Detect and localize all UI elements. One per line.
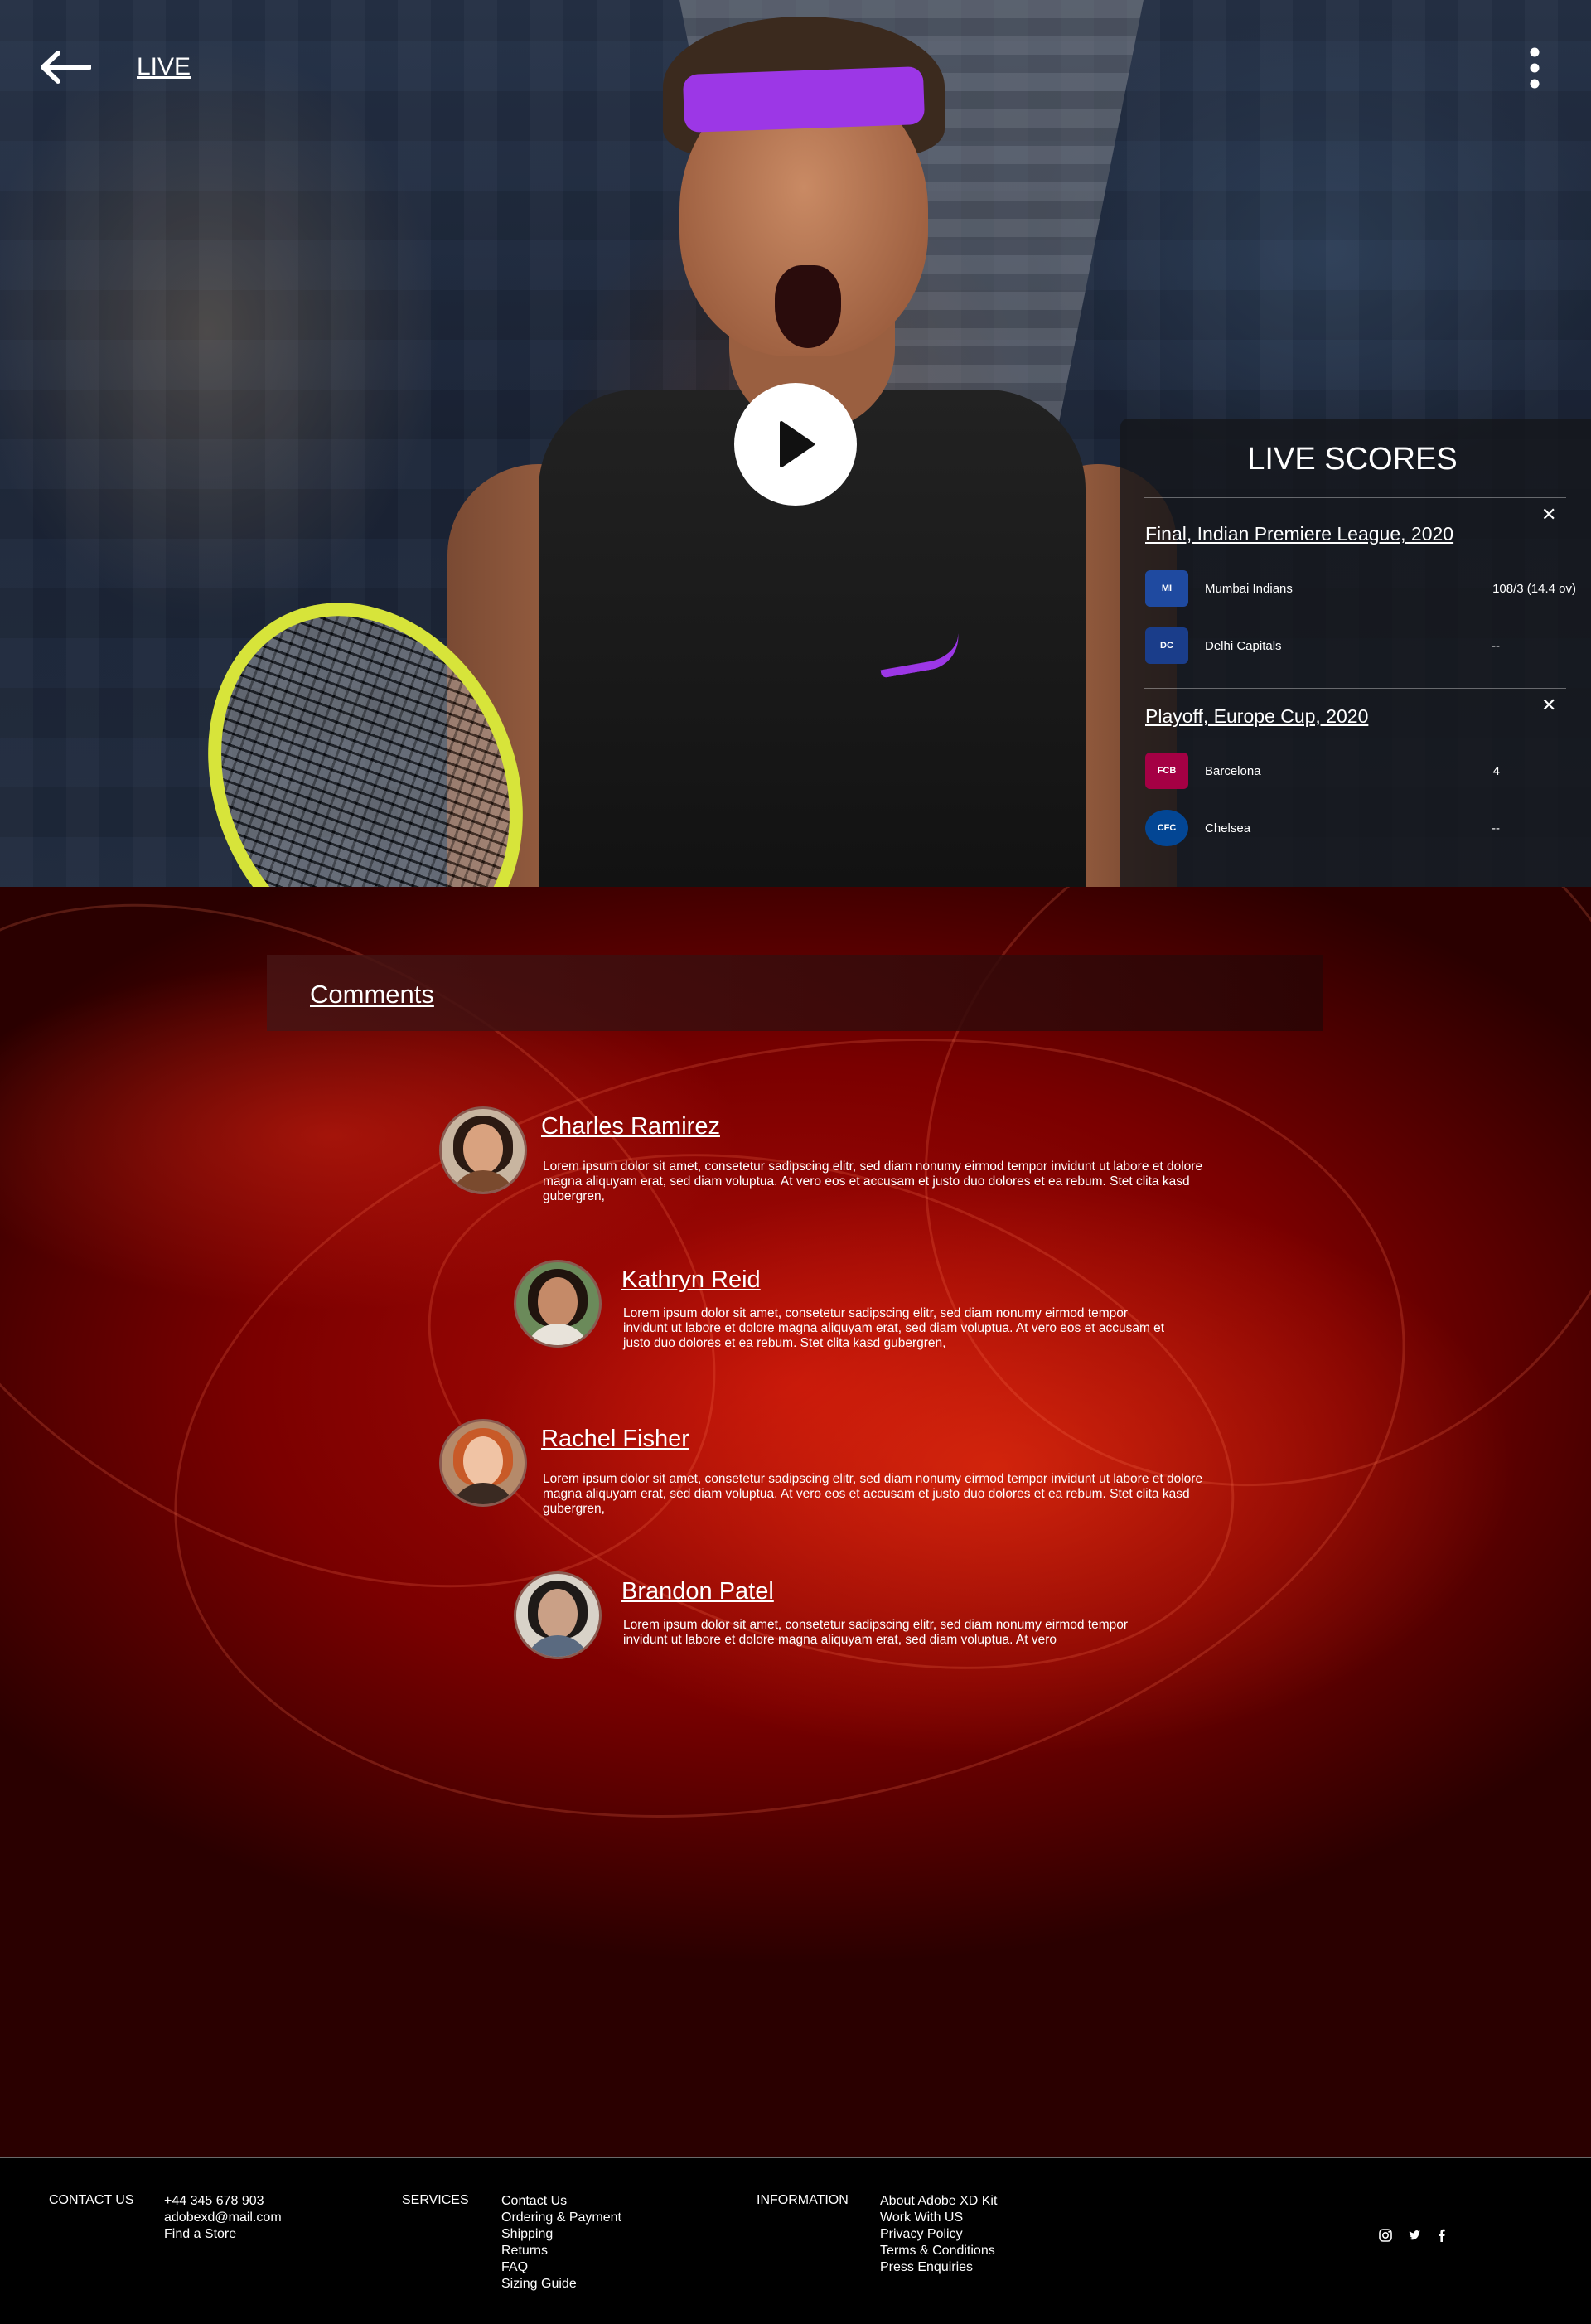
comment-item: Rachel Fisher Lorem ipsum dolor sit amet… — [439, 1419, 1226, 1527]
footer-link[interactable]: Privacy Policy — [880, 2226, 997, 2243]
comment-text: Lorem ipsum dolor sit amet, consetetur s… — [543, 1160, 1203, 1203]
live-scores-title: LIVE SCORES — [1247, 442, 1458, 477]
footer-link[interactable]: FAQ — [501, 2259, 621, 2276]
footer: CONTACT US +44 345 678 903 adobexd@mail.… — [0, 2157, 1591, 2324]
footer-find-store[interactable]: Find a Store — [164, 2226, 282, 2243]
comments-section: Comments Charles Ramirez Lorem ipsum dol… — [0, 887, 1591, 2157]
footer-link[interactable]: Press Enquiries — [880, 2259, 997, 2276]
comment-author[interactable]: Kathryn Reid — [621, 1266, 761, 1294]
team-name: Barcelona — [1205, 764, 1261, 778]
comment-item: Kathryn Reid Lorem ipsum dolor sit amet,… — [514, 1260, 1177, 1368]
comment-text: Lorem ipsum dolor sit amet, consetetur s… — [623, 1618, 1129, 1647]
footer-link[interactable]: Terms & Conditions — [880, 2243, 997, 2259]
comments-header: Comments — [267, 955, 1323, 1031]
team-row: CFC Chelsea -- — [1145, 810, 1576, 850]
footer-link[interactable]: Returns — [501, 2243, 621, 2259]
footer-contact-list: +44 345 678 903 adobexd@mail.com Find a … — [164, 2193, 282, 2243]
team-name: Mumbai Indians — [1205, 582, 1293, 596]
team-logo: DC — [1145, 627, 1188, 664]
footer-link[interactable]: Ordering & Payment — [501, 2210, 621, 2226]
instagram-icon[interactable] — [1378, 2228, 1393, 2243]
close-icon[interactable]: ✕ — [1541, 504, 1556, 525]
match-title[interactable]: Final, Indian Premiere League, 2020 — [1145, 523, 1453, 545]
team-score: -- — [1492, 821, 1500, 835]
divider — [1144, 688, 1566, 689]
more-vertical-icon[interactable] — [1525, 46, 1545, 90]
footer-link[interactable]: Sizing Guide — [501, 2276, 621, 2293]
avatar — [439, 1106, 527, 1194]
avatar — [439, 1419, 527, 1507]
footer-information-list: About Adobe XD Kit Work With US Privacy … — [880, 2193, 997, 2276]
twitter-icon[interactable] — [1407, 2228, 1422, 2243]
footer-contact-heading: CONTACT US — [49, 2193, 134, 2207]
team-logo: MI — [1145, 570, 1188, 607]
team-name: Chelsea — [1205, 821, 1251, 835]
team-row: MI Mumbai Indians 108/3 (14.4 ov) — [1145, 570, 1576, 610]
comment-text: Lorem ipsum dolor sit amet, consetetur s… — [543, 1472, 1203, 1516]
play-icon — [780, 421, 815, 467]
footer-email[interactable]: adobexd@mail.com — [164, 2210, 282, 2226]
match-title[interactable]: Playoff, Europe Cup, 2020 — [1145, 705, 1368, 728]
comment-item: Charles Ramirez Lorem ipsum dolor sit am… — [439, 1106, 1226, 1214]
comment-author[interactable]: Charles Ramirez — [541, 1113, 720, 1140]
facebook-icon[interactable] — [1434, 2228, 1449, 2243]
team-score: 108/3 (14.4 ov) — [1492, 582, 1576, 596]
team-score: -- — [1492, 639, 1500, 653]
live-video-hero[interactable]: LIVE LIVE SCORES ✕ Final, Indian Premier… — [0, 0, 1591, 887]
arrow-left-icon[interactable] — [40, 50, 91, 85]
team-row: DC Delhi Capitals -- — [1145, 627, 1576, 667]
close-icon[interactable]: ✕ — [1541, 695, 1556, 716]
footer-link[interactable]: About Adobe XD Kit — [880, 2193, 997, 2210]
comment-text: Lorem ipsum dolor sit amet, consetetur s… — [623, 1306, 1165, 1350]
footer-information-heading: INFORMATION — [757, 2193, 849, 2207]
team-score: 4 — [1492, 764, 1500, 778]
team-name: Delhi Capitals — [1205, 639, 1282, 653]
avatar — [514, 1571, 602, 1659]
footer-link[interactable]: Work With US — [880, 2210, 997, 2226]
comments-title[interactable]: Comments — [310, 980, 434, 1009]
team-logo: CFC — [1145, 810, 1188, 846]
top-bar: LIVE — [0, 0, 1591, 141]
team-row: FCB Barcelona 4 — [1145, 753, 1576, 792]
avatar — [514, 1260, 602, 1348]
live-link[interactable]: LIVE — [137, 53, 191, 81]
footer-services-heading: SERVICES — [402, 2193, 469, 2207]
footer-services-list: Contact Us Ordering & Payment Shipping R… — [501, 2193, 621, 2293]
team-logo: FCB — [1145, 753, 1188, 789]
footer-phone[interactable]: +44 345 678 903 — [164, 2193, 282, 2210]
play-button[interactable] — [734, 383, 857, 506]
footer-link[interactable]: Shipping — [501, 2226, 621, 2243]
footer-link[interactable]: Contact Us — [501, 2193, 621, 2210]
comment-item: Brandon Patel Lorem ipsum dolor sit amet… — [514, 1571, 1177, 1679]
live-scores-panel: LIVE SCORES ✕ Final, Indian Premiere Lea… — [1120, 419, 1591, 887]
comment-author[interactable]: Brandon Patel — [621, 1578, 774, 1605]
comment-author[interactable]: Rachel Fisher — [541, 1426, 689, 1453]
player-mouth — [775, 265, 841, 348]
divider — [1144, 497, 1566, 498]
